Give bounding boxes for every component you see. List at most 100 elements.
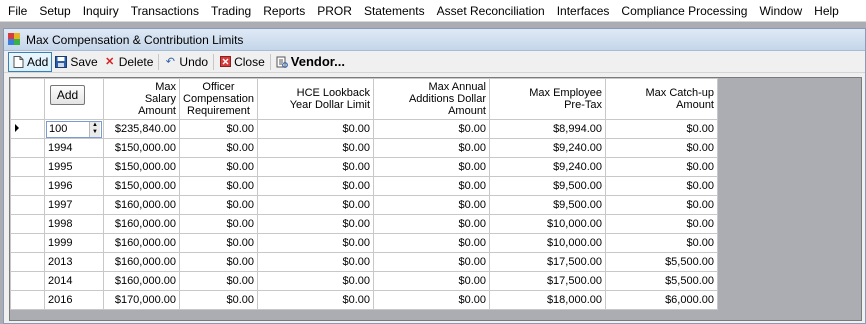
value-cell[interactable]: $160,000.00 bbox=[103, 233, 180, 253]
spin-up-icon[interactable]: ▲ bbox=[90, 121, 100, 129]
year-spinner[interactable]: ▲ ▼ bbox=[89, 121, 100, 137]
value-cell[interactable]: $0.00 bbox=[257, 271, 374, 291]
row-selector[interactable] bbox=[10, 195, 45, 215]
value-cell[interactable]: $0.00 bbox=[605, 195, 718, 215]
value-cell[interactable]: $5,500.00 bbox=[605, 252, 718, 272]
value-cell[interactable]: $0.00 bbox=[257, 233, 374, 253]
value-cell[interactable]: $150,000.00 bbox=[103, 138, 180, 158]
value-cell[interactable]: $0.00 bbox=[257, 214, 374, 234]
year-cell[interactable]: 1997 bbox=[44, 195, 104, 215]
table-row[interactable]: 100 ▲ ▼ $235,840.00 $0.00 $0.00 $0.00 $8,994.00… bbox=[10, 119, 718, 139]
value-cell[interactable]: $235,840.00 bbox=[103, 119, 180, 139]
value-cell[interactable]: $0.00 bbox=[179, 233, 258, 253]
value-cell[interactable]: $0.00 bbox=[605, 233, 718, 253]
menu-item-help[interactable]: Help bbox=[808, 0, 845, 22]
value-cell[interactable]: $150,000.00 bbox=[103, 176, 180, 196]
value-cell[interactable]: $0.00 bbox=[373, 271, 490, 291]
delete-button[interactable]: ✕ Delete bbox=[101, 52, 157, 72]
year-cell[interactable]: 2013 bbox=[44, 252, 104, 272]
value-cell[interactable]: $0.00 bbox=[257, 252, 374, 272]
year-cell[interactable]: 1996 bbox=[44, 176, 104, 196]
menu-item-asset-reconciliation[interactable]: Asset Reconciliation bbox=[431, 0, 551, 22]
value-cell[interactable]: $170,000.00 bbox=[103, 290, 180, 310]
value-cell[interactable]: $0.00 bbox=[605, 138, 718, 158]
value-cell[interactable]: $0.00 bbox=[257, 157, 374, 177]
row-selector[interactable] bbox=[10, 138, 45, 158]
save-button[interactable]: Save bbox=[52, 52, 100, 72]
value-cell[interactable]: $6,000.00 bbox=[605, 290, 718, 310]
value-cell[interactable]: $0.00 bbox=[373, 119, 490, 139]
value-cell[interactable]: $0.00 bbox=[605, 157, 718, 177]
value-cell[interactable]: $0.00 bbox=[257, 176, 374, 196]
year-editor-input[interactable]: 100 ▲ ▼ bbox=[46, 120, 102, 138]
value-cell[interactable]: $0.00 bbox=[373, 195, 490, 215]
add-button[interactable]: Add bbox=[8, 51, 53, 72]
value-cell[interactable]: $8,994.00 bbox=[489, 119, 606, 139]
year-cell[interactable]: 1994 bbox=[44, 138, 104, 158]
table-row[interactable]: 1996 $150,000.00 $0.00 $0.00 $0.00 $9,500.00 $… bbox=[10, 176, 718, 196]
table-row[interactable]: 1995 $150,000.00 $0.00 $0.00 $0.00 $9,240.00 $… bbox=[10, 157, 718, 177]
menu-item-setup[interactable]: Setup bbox=[33, 0, 76, 22]
year-cell[interactable]: 1995 bbox=[44, 157, 104, 177]
value-cell[interactable]: $0.00 bbox=[179, 138, 258, 158]
year-cell[interactable]: 2014 bbox=[44, 271, 104, 291]
value-cell[interactable]: $0.00 bbox=[373, 290, 490, 310]
menu-item-trading[interactable]: Trading bbox=[205, 0, 257, 22]
menu-item-reports[interactable]: Reports bbox=[257, 0, 311, 22]
value-cell[interactable]: $0.00 bbox=[373, 252, 490, 272]
value-cell[interactable]: $17,500.00 bbox=[489, 271, 606, 291]
value-cell[interactable]: $9,240.00 bbox=[489, 138, 606, 158]
value-cell[interactable]: $0.00 bbox=[373, 176, 490, 196]
table-row[interactable]: 1994 $150,000.00 $0.00 $0.00 $0.00 $9,240.00 $… bbox=[10, 138, 718, 158]
value-cell[interactable]: $150,000.00 bbox=[103, 157, 180, 177]
table-row[interactable]: 1999 $160,000.00 $0.00 $0.00 $0.00 $10,000.00… bbox=[10, 233, 718, 253]
value-cell[interactable]: $9,240.00 bbox=[489, 157, 606, 177]
row-selector[interactable] bbox=[10, 214, 45, 234]
value-cell[interactable]: $0.00 bbox=[605, 214, 718, 234]
table-row[interactable]: 1998 $160,000.00 $0.00 $0.00 $0.00 $10,000.00… bbox=[10, 214, 718, 234]
value-cell[interactable]: $10,000.00 bbox=[489, 214, 606, 234]
menu-item-compliance-processing[interactable]: Compliance Processing bbox=[615, 0, 753, 22]
value-cell[interactable]: $0.00 bbox=[373, 233, 490, 253]
menu-item-statements[interactable]: Statements bbox=[358, 0, 431, 22]
row-selector[interactable] bbox=[10, 290, 45, 310]
menu-item-transactions[interactable]: Transactions bbox=[125, 0, 205, 22]
spin-down-icon[interactable]: ▼ bbox=[90, 129, 100, 137]
value-cell[interactable]: $0.00 bbox=[179, 290, 258, 310]
year-cell[interactable]: 100 ▲ ▼ bbox=[44, 119, 104, 139]
value-cell[interactable]: $0.00 bbox=[179, 271, 258, 291]
value-cell[interactable]: $0.00 bbox=[257, 195, 374, 215]
row-selector[interactable] bbox=[10, 271, 45, 291]
menu-item-file[interactable]: File bbox=[0, 0, 33, 22]
value-cell[interactable]: $10,000.00 bbox=[489, 233, 606, 253]
menu-item-inquiry[interactable]: Inquiry bbox=[77, 0, 125, 22]
row-selector[interactable] bbox=[10, 176, 45, 196]
year-cell[interactable]: 1999 bbox=[44, 233, 104, 253]
value-cell[interactable]: $9,500.00 bbox=[489, 176, 606, 196]
column-header-max-employee-pre-tax[interactable]: Max Employee Pre-Tax bbox=[489, 78, 606, 120]
table-row[interactable]: 1997 $160,000.00 $0.00 $0.00 $0.00 $9,500.00 $… bbox=[10, 195, 718, 215]
value-cell[interactable]: $0.00 bbox=[373, 138, 490, 158]
year-cell[interactable]: 1998 bbox=[44, 214, 104, 234]
value-cell[interactable]: $0.00 bbox=[179, 252, 258, 272]
vendor-button[interactable]: Vendor... bbox=[273, 52, 348, 72]
table-row[interactable]: 2013 $160,000.00 $0.00 $0.00 $0.00 $17,500.00… bbox=[10, 252, 718, 272]
value-cell[interactable]: $0.00 bbox=[373, 157, 490, 177]
value-cell[interactable]: $0.00 bbox=[179, 176, 258, 196]
value-cell[interactable]: $9,500.00 bbox=[489, 195, 606, 215]
value-cell[interactable]: $0.00 bbox=[179, 119, 258, 139]
table-row[interactable]: 2016 $170,000.00 $0.00 $0.00 $0.00 $18,000.00… bbox=[10, 290, 718, 310]
row-selector[interactable] bbox=[10, 252, 45, 272]
column-header-officer-compensation-requirement[interactable]: Officer Compensation Requirement bbox=[179, 78, 258, 120]
column-header-max-salary-amount[interactable]: Max Salary Amount bbox=[103, 78, 180, 120]
value-cell[interactable]: $0.00 bbox=[257, 138, 374, 158]
menu-item-pror[interactable]: PROR bbox=[311, 0, 358, 22]
row-selector[interactable] bbox=[10, 233, 45, 253]
value-cell[interactable]: $18,000.00 bbox=[489, 290, 606, 310]
value-cell[interactable]: $160,000.00 bbox=[103, 252, 180, 272]
table-row[interactable]: 2014 $160,000.00 $0.00 $0.00 $0.00 $17,500.00… bbox=[10, 271, 718, 291]
value-cell[interactable]: $160,000.00 bbox=[103, 271, 180, 291]
column-header-max-annual-additions-dollar-amount[interactable]: Max Annual Additions Dollar Amount bbox=[373, 78, 490, 120]
column-header-hce-lookback-year-dollar-limit[interactable]: HCE Lookback Year Dollar Limit bbox=[257, 78, 374, 120]
value-cell[interactable]: $0.00 bbox=[605, 176, 718, 196]
